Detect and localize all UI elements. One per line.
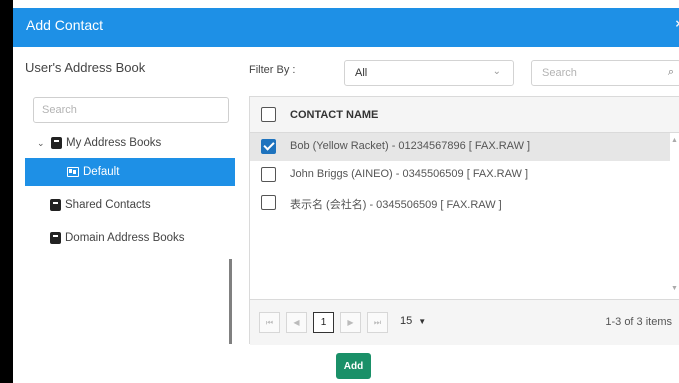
tree-item-domain-address-books[interactable]: Domain Address Books	[50, 225, 185, 251]
page-size-dropdown[interactable]: 15 ▼	[400, 315, 426, 327]
scroll-down-icon[interactable]: ▼	[671, 285, 678, 292]
table-row[interactable]: 表示名 (会社名) - 0345506509 [ FAX.RAW ]	[250, 189, 670, 217]
last-page-icon[interactable]: ⏭	[367, 312, 388, 333]
caret-down-icon: ▼	[418, 317, 427, 326]
table-row[interactable]: Bob (Yellow Racket) - 01234567896 [ FAX.…	[250, 133, 670, 161]
dialog-title: Add Contact	[26, 17, 104, 33]
current-page-button[interactable]: 1	[313, 312, 334, 333]
pager: ⏮ ◀ 1 ▶ ⏭ 15 ▼ 1-3 of 3 items	[250, 299, 679, 345]
chevron-down-icon: ⌄	[492, 66, 501, 77]
dialog-titlebar: Add Contact ×	[13, 0, 679, 47]
filter-label: Filter By :	[249, 64, 296, 76]
contact-name-cell: John Briggs (AINEO) - 0345506509 [ FAX.R…	[290, 168, 529, 180]
scroll-up-icon[interactable]: ▲	[671, 137, 678, 144]
address-book-heading: User's Address Book	[25, 60, 146, 75]
chevron-down-icon[interactable]: ⌄	[37, 138, 47, 149]
add-contact-dialog: Add Contact × User's Address Book ⌄ My A…	[13, 0, 679, 383]
next-page-icon[interactable]: ▶	[340, 312, 361, 333]
add-button[interactable]: Add	[336, 353, 371, 379]
contact-search-input[interactable]: Search ⌕	[531, 60, 679, 86]
grid-header: CONTACT NAME	[250, 97, 679, 133]
address-book-icon	[50, 199, 61, 211]
address-book-icon	[50, 232, 61, 244]
items-count: 1-3 of 3 items	[605, 316, 672, 328]
search-icon[interactable]: ⌕	[668, 66, 674, 79]
table-row[interactable]: John Briggs (AINEO) - 0345506509 [ FAX.R…	[250, 161, 670, 189]
row-checkbox[interactable]	[261, 195, 276, 210]
contacts-grid: CONTACT NAME Bob (Yellow Racket) - 01234…	[249, 96, 679, 345]
page-size-value: 15	[400, 315, 413, 327]
tree-item-shared-contacts[interactable]: Shared Contacts	[50, 192, 151, 218]
column-header-contact-name[interactable]: CONTACT NAME	[290, 109, 378, 121]
prev-page-icon[interactable]: ◀	[286, 312, 307, 333]
background-edge	[0, 0, 13, 383]
tree-item-label: Default	[83, 166, 120, 178]
grid-scrollbar[interactable]: ▲ ▼	[670, 133, 679, 299]
address-book-search-input[interactable]	[33, 97, 229, 123]
filter-selected-value: All	[355, 67, 368, 79]
tree-scrollbar[interactable]	[229, 259, 232, 344]
row-checkbox[interactable]	[261, 139, 276, 154]
tree-item-label: Shared Contacts	[65, 199, 151, 211]
filter-dropdown[interactable]: All ⌄	[344, 60, 514, 86]
row-checkbox[interactable]	[261, 167, 276, 182]
tree-item-default[interactable]: Default	[25, 158, 235, 186]
address-book-icon	[51, 137, 62, 149]
select-all-checkbox[interactable]	[261, 107, 276, 122]
close-icon[interactable]: ×	[675, 16, 679, 31]
search-placeholder: Search	[542, 67, 577, 79]
tree-item-label: Domain Address Books	[65, 232, 185, 244]
address-book-panel: User's Address Book ⌄ My Address Books D…	[13, 47, 241, 383]
contact-name-cell: 表示名 (会社名) - 0345506509 [ FAX.RAW ]	[290, 199, 502, 211]
contact-card-icon	[67, 167, 79, 177]
tree-item-my-address-books[interactable]: ⌄ My Address Books	[37, 130, 161, 156]
first-page-icon[interactable]: ⏮	[259, 312, 280, 333]
contact-name-cell: Bob (Yellow Racket) - 01234567896 [ FAX.…	[290, 140, 531, 152]
tree-item-label: My Address Books	[66, 137, 162, 149]
